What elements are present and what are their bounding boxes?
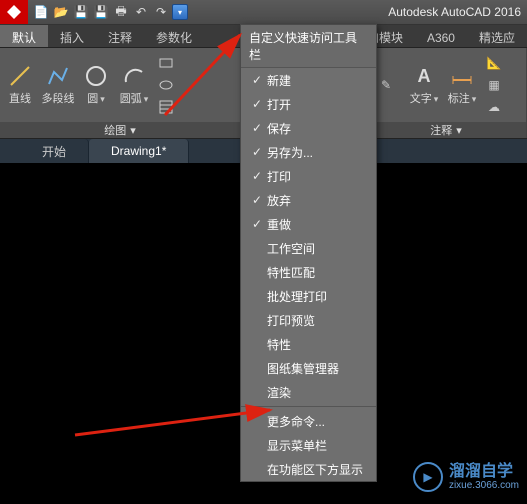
panel-annotate-title[interactable]: 注释 ▾ [366, 122, 526, 138]
tool-ellipse-icon[interactable] [156, 75, 176, 95]
menu-item-open[interactable]: ✓打开 [241, 92, 376, 116]
menu-item-redo[interactable]: ✓重做 [241, 212, 376, 236]
tool-circle[interactable]: 圆 [80, 64, 112, 106]
menu-item-properties[interactable]: 特性 [241, 332, 376, 356]
watermark: ▶ 溜溜自学 zixue.3066.com [413, 462, 519, 492]
menu-item-belowribbon[interactable]: 在功能区下方显示 [241, 457, 376, 481]
menu-header: 自定义快速访问工具栏 [241, 25, 376, 68]
tool-line[interactable]: 直线 [4, 64, 36, 106]
print-icon[interactable]: 🖶 [112, 3, 130, 21]
ribbon-tab-parametric[interactable]: 参数化 [144, 25, 204, 47]
check-icon: ✓ [247, 73, 267, 87]
open-icon[interactable]: 📂 [52, 3, 70, 21]
saveas-icon[interactable]: 💾 [92, 3, 110, 21]
tool-polyline[interactable]: 多段线 [42, 64, 74, 106]
check-icon: ✓ [247, 145, 267, 159]
app-logo[interactable] [0, 0, 28, 24]
check-icon: ✓ [247, 217, 267, 231]
new-icon[interactable]: 📄 [32, 3, 50, 21]
watermark-url: zixue.3066.com [449, 480, 519, 491]
tool-leader-icon[interactable]: 📐 [484, 53, 504, 73]
ribbon-tab-a360[interactable]: A360 [415, 25, 467, 47]
menu-item-preview[interactable]: 打印预览 [241, 308, 376, 332]
tool-table-icon[interactable]: ▦ [484, 75, 504, 95]
tool-arc[interactable]: 圆弧 [118, 64, 150, 106]
doc-tab-drawing1[interactable]: Drawing1* [89, 139, 189, 163]
pencil-icon: ✎ [374, 73, 398, 97]
ribbon-tab-insert[interactable]: 插入 [48, 25, 96, 47]
window-title: Autodesk AutoCAD 2016 [192, 5, 527, 19]
qat-customize-dropdown[interactable]: ▾ [172, 4, 188, 20]
menu-item-print[interactable]: ✓打印 [241, 164, 376, 188]
check-icon: ✓ [247, 121, 267, 135]
panel-draw: 直线 多段线 圆 圆弧 绘图 ▾ [0, 48, 241, 138]
menu-item-showmenubar[interactable]: 显示菜单栏 [241, 433, 376, 457]
quick-access-toolbar: 📄 📂 💾 💾 🖶 ↶ ↷ ▾ [28, 3, 192, 21]
menu-item-sheetset[interactable]: 图纸集管理器 [241, 356, 376, 380]
tool-rect-icon[interactable] [156, 53, 176, 73]
watermark-title: 溜溜自学 [449, 463, 519, 481]
panel-annotate: ✎ A 文字 标注 📐 ▦ ☁ 注释 ▾ [366, 48, 527, 138]
titlebar: 📄 📂 💾 💾 🖶 ↶ ↷ ▾ Autodesk AutoCAD 2016 [0, 0, 527, 25]
check-icon: ✓ [247, 169, 267, 183]
tool-dimension[interactable]: 标注 [446, 64, 478, 106]
menu-item-more[interactable]: 更多命令... [241, 409, 376, 433]
menu-item-saveas[interactable]: ✓另存为... [241, 140, 376, 164]
menu-separator [241, 406, 376, 407]
doc-tab-start[interactable]: 开始 [20, 139, 89, 163]
menu-item-undo[interactable]: ✓放弃 [241, 188, 376, 212]
menu-item-render[interactable]: 渲染 [241, 380, 376, 404]
menu-item-new[interactable]: ✓新建 [241, 68, 376, 92]
menu-item-batchplot[interactable]: 批处理打印 [241, 284, 376, 308]
tool-hatch-icon[interactable] [156, 97, 176, 117]
save-icon[interactable]: 💾 [72, 3, 90, 21]
undo-icon[interactable]: ↶ [132, 3, 150, 21]
text-icon: A [412, 64, 436, 88]
redo-icon[interactable]: ↷ [152, 3, 170, 21]
check-icon: ✓ [247, 193, 267, 207]
tool-cloud-icon[interactable]: ☁ [484, 97, 504, 117]
play-icon: ▶ [413, 462, 443, 492]
tool-text[interactable]: A 文字 [408, 64, 440, 106]
menu-item-workspace[interactable]: 工作空间 [241, 236, 376, 260]
ribbon-tab-featured[interactable]: 精选应 [467, 25, 527, 47]
menu-item-save[interactable]: ✓保存 [241, 116, 376, 140]
check-icon: ✓ [247, 97, 267, 111]
menu-item-matchprop[interactable]: 特性匹配 [241, 260, 376, 284]
ribbon-tab-default[interactable]: 默认 [0, 25, 48, 47]
panel-draw-title[interactable]: 绘图 ▾ [0, 122, 240, 138]
qat-customize-menu: 自定义快速访问工具栏 ✓新建 ✓打开 ✓保存 ✓另存为... ✓打印 ✓放弃 ✓… [240, 24, 377, 482]
ribbon-tab-annotate[interactable]: 注释 [96, 25, 144, 47]
